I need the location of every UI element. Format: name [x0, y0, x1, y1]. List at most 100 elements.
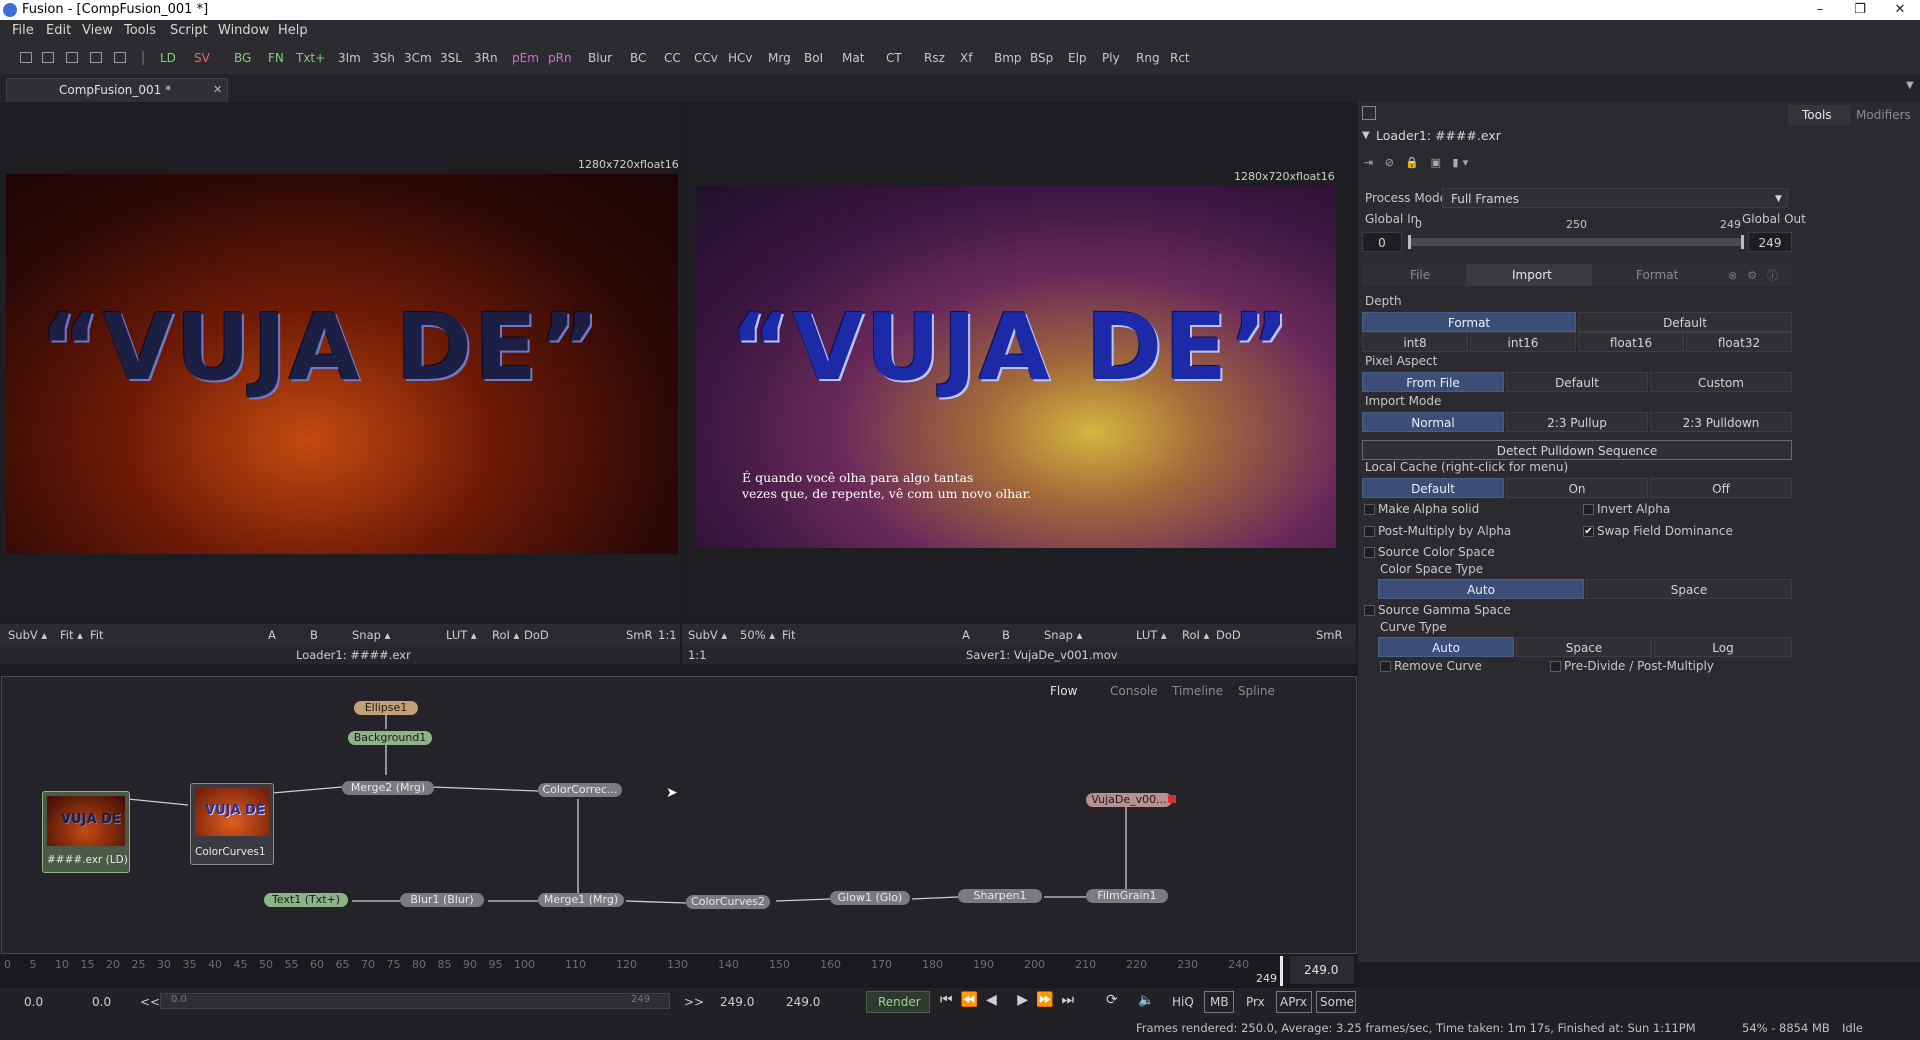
playback-controls-icons[interactable]: ⏮⏪◀ ▶⏩⏭: [940, 992, 1082, 1008]
audio-icon[interactable]: 🔈: [1138, 993, 1154, 1008]
node-colorcorrector[interactable]: ColorCorrec...: [538, 783, 622, 797]
tool-particle-emitter-button[interactable]: pEm: [512, 51, 539, 65]
curve-space-button[interactable]: Space: [1516, 637, 1652, 657]
process-mode-dropdown[interactable]: Full Frames ▼: [1442, 188, 1788, 208]
import-mode-pullup-button[interactable]: 2:3 Pullup: [1506, 412, 1648, 432]
import-mode-normal-button[interactable]: Normal: [1362, 412, 1504, 432]
tab-dropdown-icon[interactable]: ▼: [1906, 80, 1914, 91]
node-colorcurves1[interactable]: VUJA DE ColorCurves1: [190, 783, 274, 865]
flow-editor[interactable]: Flow Console Timeline Spline Ellipse1 Ba…: [1, 676, 1357, 954]
right-fit-button[interactable]: Fit: [782, 628, 795, 642]
local-cache-off-button[interactable]: Off: [1650, 478, 1792, 498]
source-gamma-space-toggle[interactable]: [1364, 605, 1375, 616]
panel-toggle-icon[interactable]: [1362, 106, 1376, 120]
menu-window[interactable]: Window: [218, 23, 269, 38]
curve-auto-button[interactable]: Auto: [1378, 637, 1514, 657]
node-sharpen[interactable]: Sharpen1: [958, 889, 1042, 903]
subtab-extra-icons[interactable]: ⊗⚙ⓘ: [1728, 267, 1788, 283]
tool-bspline-button[interactable]: BSp: [1030, 51, 1053, 65]
right-viewer[interactable]: 1280x720xfloat16 “VUJA DE” É quando você…: [682, 102, 1356, 664]
print-icon[interactable]: [114, 52, 126, 63]
tool-blur-button[interactable]: Blur: [588, 51, 612, 65]
tool-ranges-button[interactable]: Rng: [1136, 51, 1160, 65]
menu-file[interactable]: File: [12, 23, 34, 38]
minimize-button[interactable]: –: [1800, 0, 1840, 20]
left-fit-button[interactable]: Fit: [90, 628, 103, 642]
tool-polygon-button[interactable]: Ply: [1102, 51, 1120, 65]
menu-help[interactable]: Help: [278, 23, 308, 38]
tool-rectangle-button[interactable]: Rct: [1170, 51, 1190, 65]
menu-script[interactable]: Script: [170, 23, 208, 38]
global-start-field[interactable]: 0.0: [24, 995, 43, 1009]
tab-modifiers[interactable]: Modifiers: [1856, 108, 1911, 122]
left-lut-dropdown[interactable]: LUT ▴: [446, 628, 477, 642]
prx-button[interactable]: Prx: [1246, 995, 1265, 1009]
node-saver[interactable]: VujaDe_v00...: [1086, 793, 1172, 807]
pixel-aspect-fromfile-button[interactable]: From File: [1362, 372, 1504, 392]
tool-3dcamera-button[interactable]: 3Cm: [404, 51, 432, 65]
tool-3dimage-button[interactable]: 3Im: [338, 51, 361, 65]
node-colorcurves2[interactable]: ColorCurves2: [686, 895, 770, 909]
tool-saver-button[interactable]: SV: [194, 51, 210, 65]
range-end-handle[interactable]: [1741, 235, 1744, 249]
range-next-button[interactable]: >>: [684, 995, 704, 1009]
right-smr-button[interactable]: SmR: [1316, 628, 1343, 642]
render-button[interactable]: Render: [866, 991, 930, 1013]
swap-field-checkbox[interactable]: ✔: [1583, 526, 1594, 537]
range-start-handle[interactable]: [1408, 235, 1411, 249]
pixel-aspect-default-button[interactable]: Default: [1506, 372, 1648, 392]
some-button[interactable]: Some: [1316, 991, 1356, 1013]
source-color-space-toggle[interactable]: [1364, 547, 1375, 558]
layout-single-icon[interactable]: [20, 52, 32, 63]
post-multiply-checkbox[interactable]: [1364, 526, 1375, 537]
left-roi-dropdown[interactable]: RoI ▴: [492, 628, 519, 642]
invert-alpha-checkbox[interactable]: [1583, 504, 1594, 515]
tool-channel-booleans-button[interactable]: CT: [886, 51, 902, 65]
left-zoom-1to1[interactable]: 1:1: [658, 628, 677, 642]
left-snap-dropdown[interactable]: Snap ▴: [352, 628, 390, 642]
tool-ellipse-button[interactable]: Elp: [1068, 51, 1087, 65]
tool-resize-button[interactable]: Rsz: [924, 51, 945, 65]
node-merge2[interactable]: Merge2 (Mrg): [342, 781, 434, 795]
tool-3dshape-button[interactable]: 3Sh: [372, 51, 395, 65]
tool-transform-button[interactable]: Xf: [960, 51, 972, 65]
depth-int8-button[interactable]: int8: [1362, 332, 1468, 352]
local-cache-on-button[interactable]: On: [1506, 478, 1648, 498]
import-mode-pulldown-button[interactable]: 2:3 Pulldown: [1650, 412, 1792, 432]
tool-boolean-button[interactable]: BoI: [804, 51, 823, 65]
pre-divide-checkbox[interactable]: [1550, 661, 1561, 672]
depth-default-button[interactable]: Default: [1578, 312, 1792, 332]
global-out-field[interactable]: 249: [1748, 232, 1792, 252]
subtab-file[interactable]: File: [1410, 268, 1430, 282]
left-a-button[interactable]: A: [268, 628, 276, 642]
tab-compfusion[interactable]: CompFusion_001 * ✕: [6, 78, 228, 102]
make-alpha-solid-checkbox[interactable]: [1364, 504, 1375, 515]
maximize-button[interactable]: ❐: [1840, 0, 1880, 20]
tool-brightness-contrast-button[interactable]: BC: [630, 51, 646, 65]
pixel-aspect-custom-button[interactable]: Custom: [1650, 372, 1792, 392]
left-smr-button[interactable]: SmR: [626, 628, 653, 642]
depth-format-button[interactable]: Format: [1362, 312, 1576, 332]
depth-float16-button[interactable]: float16: [1578, 332, 1684, 352]
menu-view[interactable]: View: [82, 23, 113, 38]
local-cache-default-button[interactable]: Default: [1362, 478, 1504, 498]
subtab-format[interactable]: Format: [1636, 268, 1678, 282]
mb-button[interactable]: MB: [1204, 991, 1234, 1013]
menu-edit[interactable]: Edit: [46, 23, 71, 38]
left-dod-button[interactable]: DoD: [524, 628, 549, 642]
left-fit-dropdown[interactable]: Fit ▴: [60, 628, 83, 642]
time-ruler[interactable]: 0 5 10 15 20 25 30 35 40 45 50 55 60 65 70 75 80 85 90 95 10…: [0, 954, 1356, 988]
tool-hue-curves-button[interactable]: HCv: [728, 51, 753, 65]
remove-curve-checkbox[interactable]: [1380, 661, 1391, 672]
depth-float32-button[interactable]: float32: [1686, 332, 1792, 352]
node-merge1[interactable]: Merge1 (Mrg): [538, 893, 624, 907]
right-a-button[interactable]: A: [962, 628, 970, 642]
aprx-button[interactable]: APrx: [1276, 991, 1312, 1013]
tool-control-icons[interactable]: ⇥ ⊘ 🔒 ▣ ▮▾: [1364, 156, 1472, 169]
tab-tools[interactable]: Tools: [1788, 105, 1850, 125]
node-filmgrain[interactable]: FilmGrain1: [1086, 889, 1168, 903]
node-blur[interactable]: Blur1 (Blur): [400, 893, 484, 907]
global-in-field[interactable]: 0: [1362, 232, 1402, 252]
left-viewer[interactable]: 1280x720xfloat16 “VUJA DE” SubV ▴ Fit ▴ …: [0, 102, 680, 664]
range-prev-button[interactable]: <<: [140, 995, 160, 1009]
